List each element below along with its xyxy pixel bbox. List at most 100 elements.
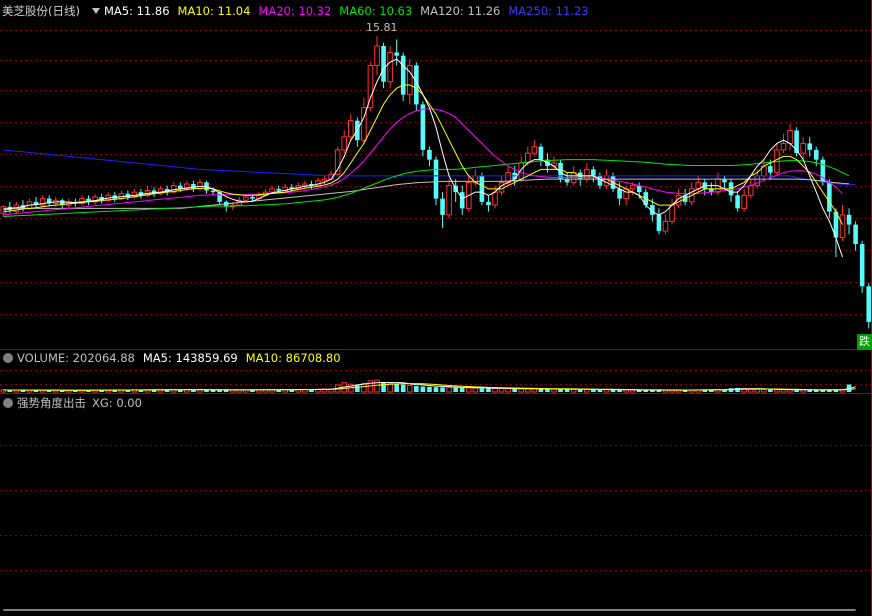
candle-body-up (780, 142, 787, 151)
candle-body-down (381, 45, 386, 82)
volume-bar (374, 379, 380, 393)
candle-body-down (250, 196, 255, 199)
volume-bar (564, 389, 570, 392)
candle-body-down (846, 214, 852, 225)
volume-bar (505, 388, 511, 393)
candle-body-down (191, 184, 196, 189)
volume-bar (446, 387, 452, 393)
candle-body-down (813, 149, 819, 160)
volume-bar (355, 385, 360, 392)
candle-body-up (531, 146, 538, 154)
candle-body-down (433, 159, 439, 199)
volume-bar (453, 387, 458, 392)
ma5-label: MA5: 11.86 (103, 4, 170, 18)
candle-body-down (591, 169, 596, 176)
candle-body-up (243, 196, 249, 201)
candle-body-down (807, 143, 813, 150)
peak-price-label: 15.81 (366, 21, 398, 34)
candle-body-down (427, 149, 432, 160)
volume-bar (512, 388, 517, 392)
candle-body-up (347, 120, 354, 138)
indicator-collapse-icon[interactable] (3, 398, 13, 408)
candle-body-down (735, 195, 740, 209)
collapse-triangle-icon[interactable] (91, 8, 100, 14)
ma60-label: MA60: 10.63 (339, 4, 413, 18)
candle-body-down (564, 179, 570, 183)
candle-body-down (617, 188, 622, 199)
candle-body-up (341, 136, 348, 151)
candle-body-down (768, 166, 773, 173)
volume-bar (414, 386, 419, 392)
volume-bar (538, 388, 544, 392)
ma250-label: MA250: 11.23 (508, 4, 589, 18)
volume-collapse-icon[interactable] (3, 353, 13, 363)
candle-body-down (210, 190, 216, 193)
indicator-header: 强势角度出击 XG: 0.00 (0, 395, 150, 411)
volume-bar (459, 387, 465, 392)
volume-ma10-label: MA10: 86708.80 (245, 351, 341, 365)
trend-badge: 跌 (857, 334, 872, 350)
candle-body-up (302, 183, 308, 187)
candle-body-up (787, 129, 793, 144)
candle-body-up (492, 191, 498, 206)
candle-body-up (524, 152, 531, 164)
candle-body-down (597, 175, 603, 186)
candle-body-down (486, 201, 491, 206)
candle-body-up (387, 51, 393, 83)
candle-body-down (276, 188, 281, 191)
candle-body-up (839, 214, 846, 239)
volume-bar (420, 386, 426, 392)
candle-body-up (334, 149, 341, 175)
ma120-label: MA120: 11.26 (420, 4, 501, 18)
chart-canvas[interactable] (0, 0, 872, 616)
candle-body-up (446, 185, 452, 216)
volume-bar (780, 389, 787, 393)
volume-bar (406, 384, 413, 393)
volume-bar (433, 387, 439, 392)
candle-body-down (420, 104, 426, 150)
volume-bar (524, 388, 531, 393)
volume-bar (465, 387, 472, 393)
indicator-title: 强势角度出击 (17, 396, 86, 410)
candle-body-up (662, 220, 669, 232)
candle-body-down (656, 214, 662, 232)
volume-header: VOLUME: 202064.88 MA5: 143859.69 MA10: 8… (0, 350, 349, 366)
volume-bar (551, 388, 557, 393)
candle-body-down (538, 146, 544, 160)
volume-bar (518, 388, 525, 393)
volume-bar (584, 388, 590, 393)
candle-body-up (800, 142, 806, 154)
main-header: 美芝股份(日线) MA5: 11.86 MA10: 11.04 MA20: 10… (0, 3, 597, 19)
candle-body-down (722, 179, 727, 183)
candle-body-down (400, 55, 406, 95)
volume-bar (479, 388, 485, 392)
ma120-line (3, 178, 850, 209)
candle-body-up (623, 188, 629, 200)
volume-label: VOLUME: 202064.88 (17, 351, 135, 365)
volume-bar (440, 387, 445, 392)
volume-bar (400, 384, 406, 392)
stock-title: 美芝股份(日线) (2, 4, 80, 18)
ma20-label: MA20: 10.32 (258, 4, 332, 18)
candle-body-down (859, 244, 865, 287)
volume-bar (394, 383, 399, 392)
candle-body-down (853, 224, 858, 245)
ma10-label: MA10: 11.04 (177, 4, 251, 18)
volume-bar (492, 387, 498, 393)
ma5-line (3, 58, 843, 258)
candle-body-up (374, 45, 380, 66)
candle-body-up (269, 188, 275, 193)
volume-bar (570, 388, 577, 393)
volume-bar (472, 387, 479, 393)
candle-body-down (636, 185, 642, 193)
candle-body-up (669, 204, 675, 222)
candle-body-down (827, 182, 832, 212)
volume-bar (381, 382, 386, 392)
volume-bar (545, 389, 550, 392)
candle-body-up (741, 194, 747, 209)
candle-body-down (479, 175, 485, 202)
candle-body-down (394, 52, 399, 56)
candle-body-down (440, 198, 445, 215)
candle-body-up (321, 178, 328, 182)
volume-bar (603, 389, 610, 393)
